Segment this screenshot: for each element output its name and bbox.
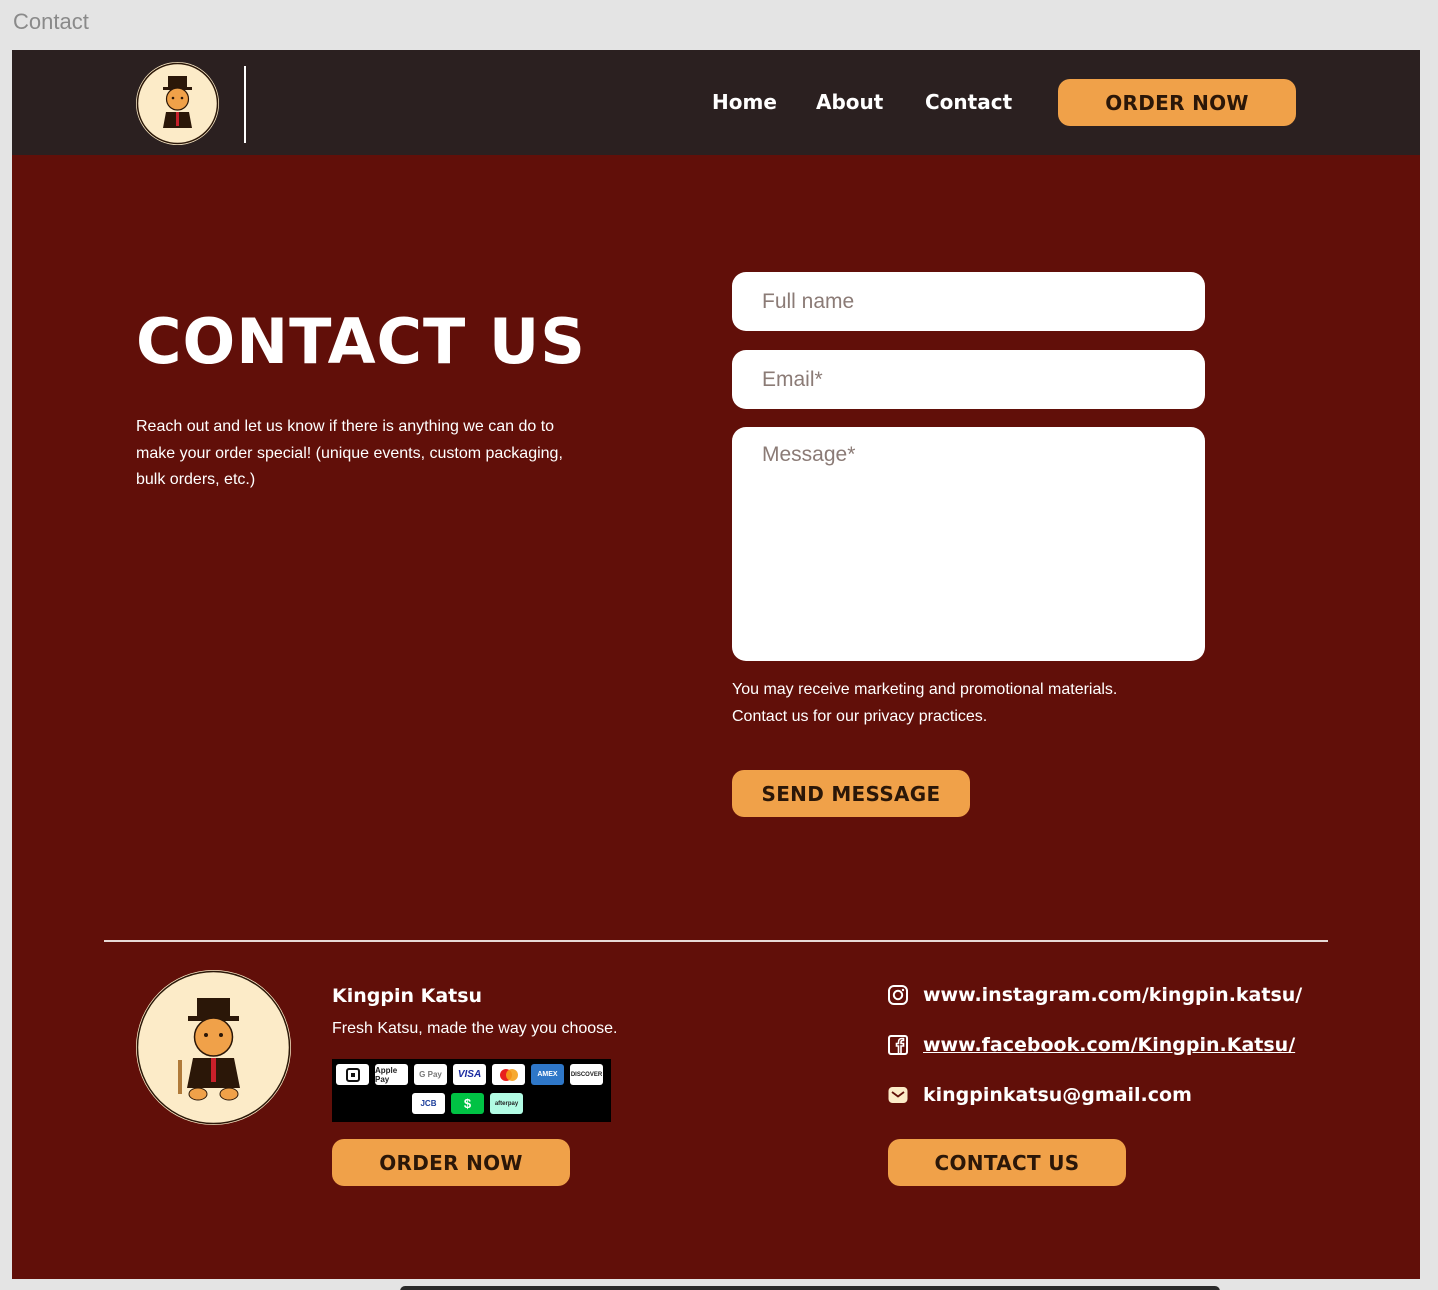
apple-pay-icon: Apple Pay: [375, 1064, 408, 1085]
contact-page: Home About Contact ORDER NOW CONTACT US …: [12, 50, 1420, 1279]
footer-brand-name: Kingpin Katsu: [332, 985, 483, 1007]
cash-app-icon: $: [451, 1093, 484, 1114]
square-icon: [336, 1064, 369, 1085]
header-order-now-button[interactable]: ORDER NOW: [1058, 79, 1296, 126]
jcb-icon: JCB: [412, 1093, 445, 1114]
facebook-link[interactable]: www.facebook.com/Kingpin.Katsu/: [887, 1034, 1295, 1056]
mail-icon: [887, 1084, 909, 1106]
page-title: CONTACT US: [136, 305, 586, 378]
consent-line-1: You may receive marketing and promotiona…: [732, 681, 1118, 698]
amex-icon: AMEX: [531, 1064, 564, 1085]
email-address[interactable]: kingpinkatsu@gmail.com: [923, 1084, 1192, 1106]
email-link[interactable]: kingpinkatsu@gmail.com: [887, 1084, 1192, 1106]
footer-divider: [104, 940, 1328, 942]
footer-contact-us-button[interactable]: CONTACT US: [888, 1139, 1126, 1186]
instagram-url[interactable]: www.instagram.com/kingpin.katsu/: [923, 984, 1302, 1006]
footer-tagline: Fresh Katsu, made the way you choose.: [332, 1020, 618, 1037]
mastercard-icon: [492, 1064, 525, 1085]
discover-icon: DISCOVER: [570, 1064, 603, 1085]
header-divider: [244, 66, 246, 143]
nav-home[interactable]: Home: [712, 90, 777, 114]
send-message-button[interactable]: SEND MESSAGE: [732, 770, 970, 817]
frame-title: Contact: [13, 9, 89, 34]
footer-logo: [136, 970, 291, 1125]
email-input[interactable]: [732, 350, 1205, 409]
footer-order-now-button[interactable]: ORDER NOW: [332, 1139, 570, 1186]
site-header: Home About Contact ORDER NOW: [12, 50, 1420, 155]
site-logo[interactable]: [136, 62, 219, 145]
payment-methods: Apple Pay G Pay VISA AMEX DISCOVER JCB $…: [332, 1059, 611, 1122]
instagram-link[interactable]: www.instagram.com/kingpin.katsu/: [887, 984, 1302, 1006]
facebook-url[interactable]: www.facebook.com/Kingpin.Katsu/: [923, 1034, 1295, 1056]
message-textarea[interactable]: [732, 427, 1205, 661]
consent-line-2: Contact us for our privacy practices.: [732, 707, 988, 725]
nav-about[interactable]: About: [816, 90, 883, 114]
consent-notice: You may receive marketing and promotiona…: [732, 677, 1202, 730]
visa-icon: VISA: [453, 1064, 486, 1085]
afterpay-icon: afterpay: [490, 1093, 523, 1114]
facebook-icon: [887, 1034, 909, 1056]
page-description: Reach out and let us know if there is an…: [136, 418, 563, 488]
nav-contact[interactable]: Contact: [925, 90, 1012, 114]
instagram-icon: [887, 984, 909, 1006]
bottom-scroll-indicator: [400, 1286, 1220, 1290]
full-name-input[interactable]: [732, 272, 1205, 331]
google-pay-icon: G Pay: [414, 1064, 447, 1085]
